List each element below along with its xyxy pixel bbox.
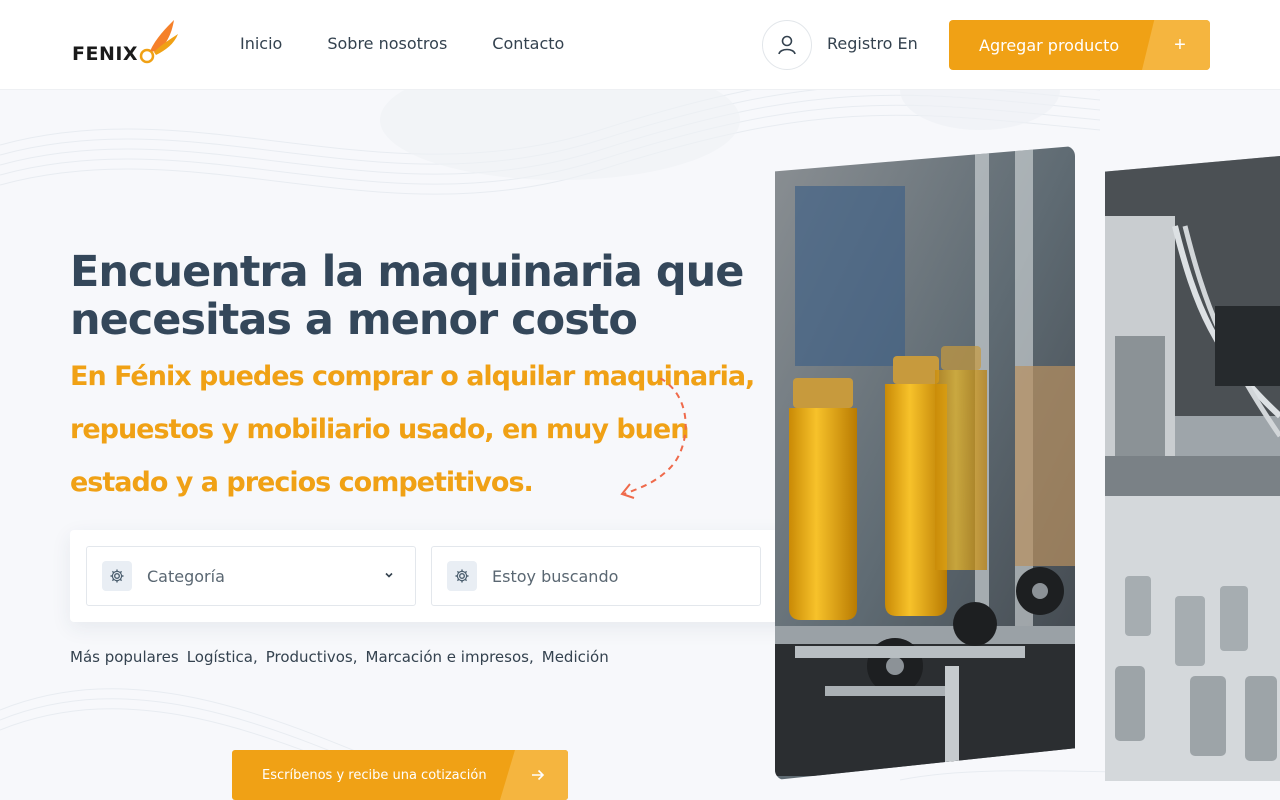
fenix-logo[interactable]: FENIX — [72, 18, 182, 68]
add-product-button[interactable]: Agregar producto + — [949, 20, 1210, 70]
machinery-photo-cnc — [1105, 156, 1280, 781]
dashed-arrow-icon — [620, 378, 687, 499]
gear-icon — [102, 561, 132, 591]
user-account-button[interactable] — [762, 20, 812, 70]
machinery-photo-bottles — [775, 146, 1075, 780]
chevron-down-icon — [385, 572, 393, 578]
category-select-value: Categoría — [147, 566, 225, 586]
gear-icon — [447, 561, 477, 591]
nav-link-inicio[interactable]: Inicio — [240, 34, 282, 53]
search-field[interactable] — [431, 546, 761, 606]
popular-tag-medicion[interactable]: Medición — [542, 648, 609, 666]
nav-link-sobre-nosotros[interactable]: Sobre nosotros — [327, 34, 447, 53]
user-icon — [778, 35, 796, 55]
popular-tag-productivos[interactable]: Productivos — [266, 648, 358, 666]
search-input[interactable] — [492, 566, 732, 586]
register-link[interactable]: Registro En — [827, 34, 918, 53]
quote-cta-button[interactable]: Escríbenos y recibe una cotización — [232, 750, 568, 800]
phoenix-wing-icon — [139, 20, 178, 64]
arrow-right-icon — [500, 750, 568, 800]
category-select[interactable]: Categoría — [86, 546, 416, 606]
site-header: FENIX Inicio Sobre nosotros Contacto Reg… — [0, 0, 1280, 90]
popular-categories: Más populares Logística Productivos Marc… — [70, 648, 609, 666]
logo-text: FENIX — [72, 43, 139, 65]
hero-title: Encuentra la maquinaria que necesitas a … — [70, 247, 744, 345]
plus-icon: + — [1142, 20, 1210, 70]
nav-link-contacto[interactable]: Contacto — [492, 34, 564, 53]
popular-tag-logistica[interactable]: Logística — [187, 648, 258, 666]
add-product-label: Agregar producto — [979, 35, 1120, 55]
quote-cta-label: Escríbenos y recibe una cotización — [262, 767, 487, 783]
search-panel: Categoría — [70, 530, 866, 622]
main-nav: Inicio Sobre nosotros Contacto — [240, 34, 564, 53]
popular-label: Más populares — [70, 648, 179, 666]
popular-tag-marcacion[interactable]: Marcación e impresos — [366, 648, 534, 666]
